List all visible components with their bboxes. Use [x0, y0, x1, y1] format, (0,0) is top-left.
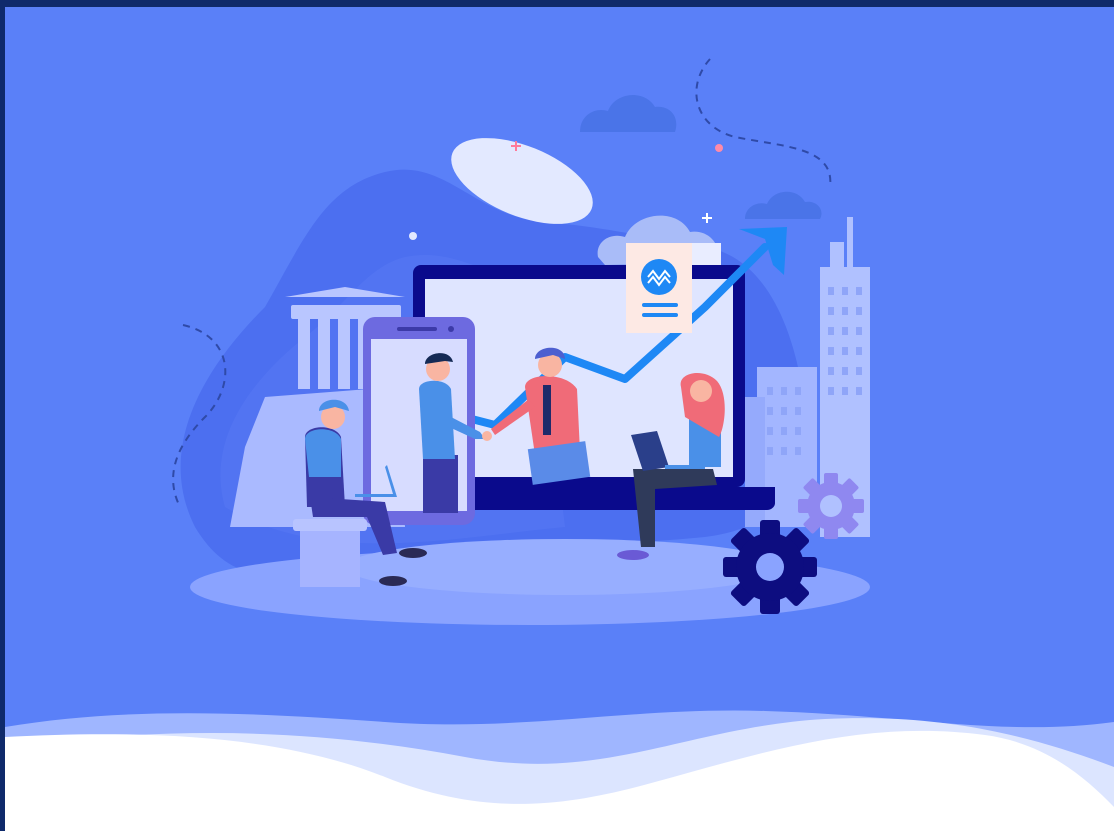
hero-panel	[5, 7, 1114, 831]
dot-sparkle	[409, 232, 417, 240]
cloud-icon	[745, 191, 822, 219]
dot-sparkle	[715, 144, 723, 152]
dashed-path	[695, 58, 832, 188]
ground-shadow-inner	[345, 539, 785, 595]
cloud-icon	[580, 95, 677, 132]
page-frame	[0, 0, 1114, 831]
business-growth-illustration	[5, 58, 1114, 831]
gear-icon	[723, 520, 817, 614]
plus-sparkle-icon	[702, 213, 712, 223]
gear-icon	[798, 473, 864, 539]
